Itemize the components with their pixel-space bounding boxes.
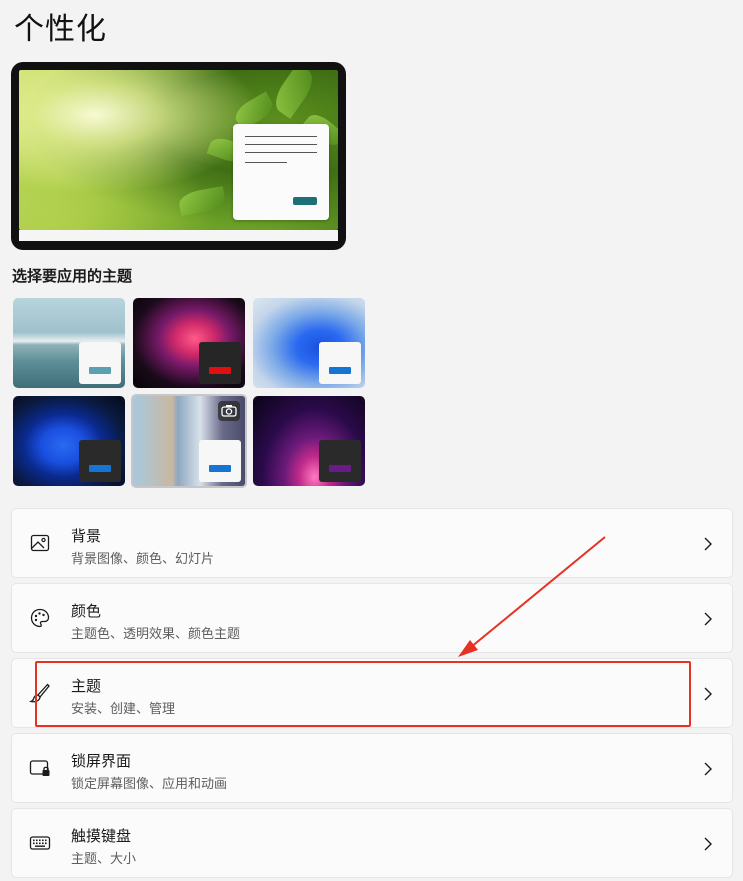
- chevron-right-icon: [702, 536, 714, 552]
- theme-accent-bar: [329, 367, 351, 374]
- chevron-right-icon: [702, 611, 714, 627]
- theme-accent-bar: [209, 367, 231, 374]
- theme-accent-bar: [329, 465, 351, 472]
- preview-window: [233, 124, 329, 220]
- text-line: [245, 152, 317, 153]
- image-icon: [28, 531, 52, 555]
- row-subtitle: 主题色、透明效果、颜色主题: [71, 627, 241, 642]
- chevron-right-icon: [702, 836, 714, 852]
- theme-mini-window: [199, 440, 241, 482]
- page-title: 个性化: [14, 12, 107, 47]
- chevron-right-icon: [702, 686, 714, 702]
- text-line: [245, 144, 317, 145]
- theme-mini-window: [79, 342, 121, 384]
- theme-accent-bar: [89, 465, 111, 472]
- row-subtitle: 背景图像、颜色、幻灯片: [71, 552, 215, 567]
- theme-mini-window: [79, 440, 121, 482]
- text-line: [245, 162, 287, 163]
- theme-spotlight[interactable]: [131, 394, 247, 488]
- theme-lake[interactable]: [13, 298, 125, 388]
- theme-glow[interactable]: [133, 298, 245, 388]
- row-title: 背景: [71, 527, 102, 545]
- theme-flow[interactable]: [253, 396, 365, 486]
- row-subtitle: 锁定屏幕图像、应用和动画: [71, 777, 228, 792]
- theme-accent-bar: [89, 367, 111, 374]
- row-title: 锁屏界面: [71, 752, 132, 770]
- theme-mini-window: [319, 342, 361, 384]
- palette-icon: [28, 606, 52, 630]
- text-line: [245, 136, 317, 137]
- settings-row-background[interactable]: 背景 背景图像、颜色、幻灯片: [11, 508, 733, 578]
- preview-window-button: [293, 197, 317, 205]
- theme-accent-bar: [209, 465, 231, 472]
- row-title: 触摸键盘: [71, 827, 132, 845]
- keyboard-icon: [28, 831, 52, 855]
- theme-bloom-light[interactable]: [253, 298, 365, 388]
- chevron-right-icon: [702, 761, 714, 777]
- settings-row-colors[interactable]: 颜色 主题色、透明效果、颜色主题: [11, 583, 733, 653]
- theme-bloom-dark[interactable]: [13, 396, 125, 486]
- settings-row-touch-keyboard[interactable]: 触摸键盘 主题、大小: [11, 808, 733, 878]
- theme-mini-window: [319, 440, 361, 482]
- row-subtitle: 主题、大小: [71, 852, 137, 867]
- annotation-highlight-box: [35, 661, 691, 727]
- theme-mini-window: [199, 342, 241, 384]
- preview-taskbar: [19, 230, 338, 241]
- themes-section-label: 选择要应用的主题: [12, 267, 133, 285]
- row-title: 颜色: [71, 602, 102, 620]
- lock-screen-icon: [28, 756, 52, 780]
- leaf-shape: [269, 70, 319, 119]
- settings-row-lock-screen[interactable]: 锁屏界面 锁定屏幕图像、应用和动画: [11, 733, 733, 803]
- leaf-shape: [177, 186, 227, 216]
- camera-icon: [218, 401, 240, 421]
